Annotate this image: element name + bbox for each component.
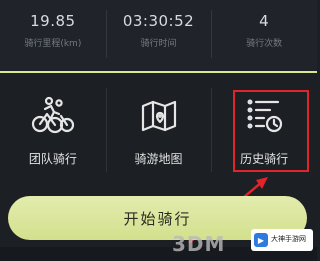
ride-map-icon [141,100,176,132]
stat-label: 骑行次数 [246,39,283,49]
stat-label: 骑行里程(km) [24,39,82,49]
stat-duration: 03:30:52 骑行时间 [105,0,212,70]
watermark: 3DM [172,232,226,256]
start-ride-label: 开始骑行 [123,209,192,228]
ride-map-tile[interactable]: 骑游地图 [105,82,212,180]
badge-text: 大神手游网 [271,235,306,244]
stat-distance: 19.85 骑行里程(km) [0,0,106,70]
stat-count: 4 骑行次数 [211,0,317,70]
source-badge: ▶ 大神手游网 [251,229,313,251]
stat-value: 4 [259,12,270,30]
tile-label: 骑游地图 [134,152,183,166]
stat-value: 19.85 [30,12,76,30]
highlight-box [233,90,309,172]
stat-label: 骑行时间 [140,39,177,49]
badge-logo-icon: ▶ [254,233,268,247]
stat-value: 03:30:52 [122,12,195,30]
accent-divider [0,71,317,73]
stats-panel: 19.85 骑行里程(km) 03:30:52 骑行时间 4 骑行次数 [0,0,317,70]
tile-label: 团队骑行 [28,152,77,166]
team-ride-tile[interactable]: 团队骑行 [0,82,106,180]
team-ride-icon [31,96,74,134]
